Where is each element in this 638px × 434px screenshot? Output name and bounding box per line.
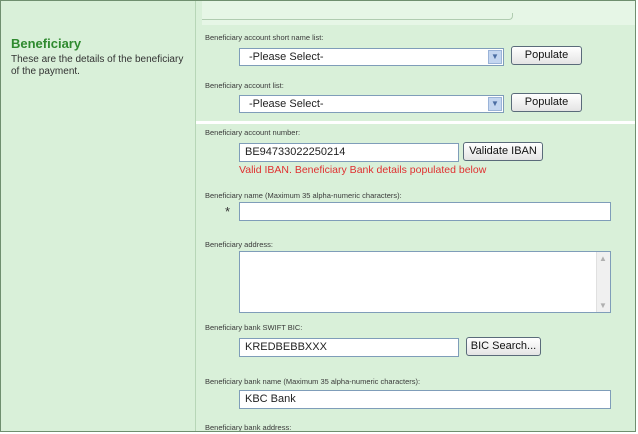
scroll-down-arrow-icon[interactable]: ▼ — [599, 301, 607, 310]
swift-bic-input[interactable]: KREDBEBBXXX — [239, 338, 459, 357]
bank-name-label: Beneficiary bank name (Maximum 35 alpha-… — [205, 377, 421, 386]
bic-search-button[interactable]: BIC Search... — [466, 337, 541, 356]
account-list-label: Beneficiary account list: — [205, 81, 284, 90]
account-number-label: Beneficiary account number: — [205, 128, 301, 137]
section-sidebar: Beneficiary These are the details of the… — [1, 1, 196, 431]
section-description: These are the details of the beneficiary… — [11, 54, 184, 77]
account-list-select[interactable]: -Please Select- ▼ — [239, 95, 504, 113]
short-name-list-label: Beneficiary account short name list: — [205, 33, 324, 42]
beneficiary-name-label: Beneficiary name (Maximum 35 alpha-numer… — [205, 191, 402, 200]
beneficiary-address-label: Beneficiary address: — [205, 240, 273, 249]
short-name-list-value: -Please Select- — [249, 51, 324, 63]
account-number-input[interactable]: BE94733022250214 — [239, 143, 459, 162]
chevron-down-icon[interactable]: ▼ — [488, 97, 502, 111]
section-title: Beneficiary — [11, 36, 82, 51]
swift-bic-label: Beneficiary bank SWIFT BIC: — [205, 323, 303, 332]
beneficiary-address-textarea[interactable]: ▲ ▼ — [239, 251, 611, 313]
beneficiary-name-input[interactable] — [239, 202, 611, 221]
address-scrollbar[interactable]: ▲ ▼ — [596, 252, 610, 312]
scroll-up-arrow-icon[interactable]: ▲ — [599, 254, 607, 263]
account-list-value: -Please Select- — [249, 98, 324, 110]
validate-iban-button[interactable]: Validate IBAN — [463, 142, 543, 161]
populate-account-list-button[interactable]: Populate — [511, 93, 582, 112]
short-name-list-select[interactable]: -Please Select- ▼ — [239, 48, 504, 66]
required-marker: * — [225, 204, 231, 219]
bank-address-label: Beneficiary bank address: — [205, 423, 292, 432]
section-divider — [196, 121, 635, 124]
top-strip — [202, 1, 635, 25]
beneficiary-form-frame: Beneficiary These are the details of the… — [0, 0, 636, 432]
chevron-down-icon[interactable]: ▼ — [488, 50, 502, 64]
populate-short-name-button[interactable]: Populate — [511, 46, 582, 65]
bank-name-input[interactable]: KBC Bank — [239, 390, 611, 409]
iban-valid-message: Valid IBAN. Beneficiary Bank details pop… — [239, 164, 487, 176]
